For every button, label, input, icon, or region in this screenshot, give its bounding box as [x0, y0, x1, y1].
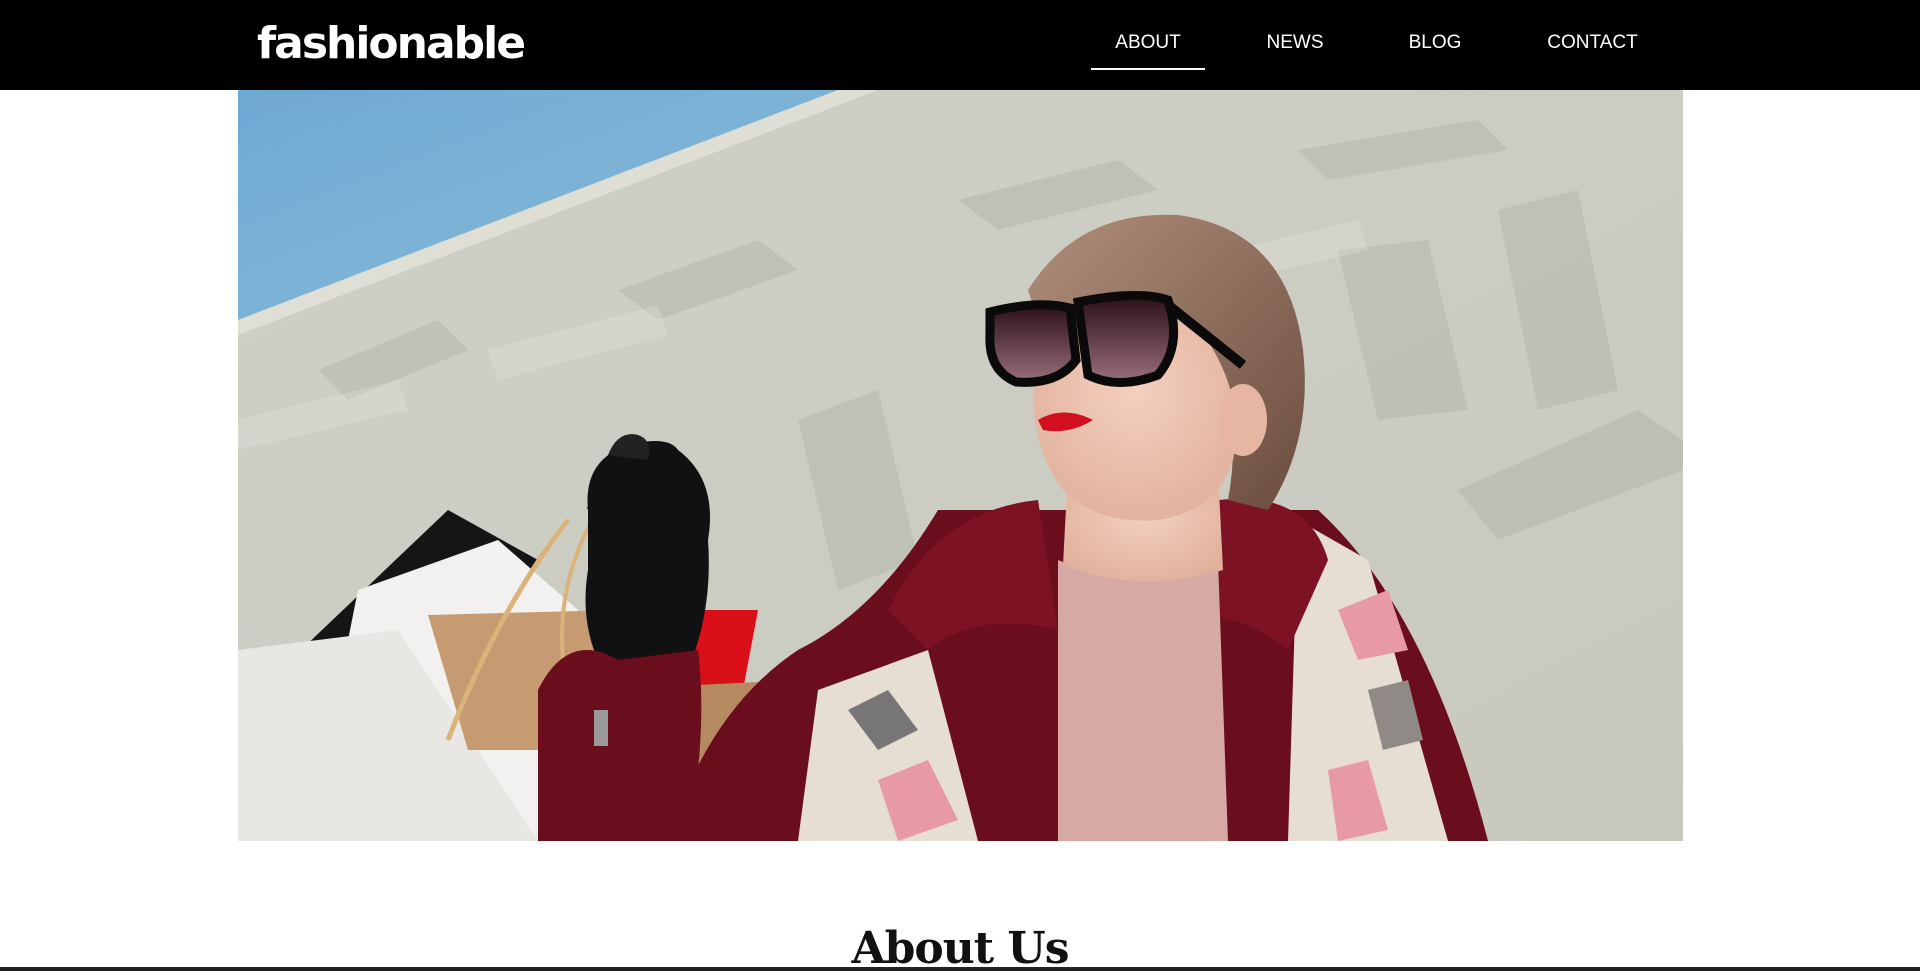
nav-link-contact[interactable]: CONTACT [1535, 0, 1650, 90]
nav-link-news[interactable]: NEWS [1250, 0, 1340, 90]
brand-logo[interactable]: fashionable [257, 16, 526, 72]
top-navbar: fashionable ABOUT NEWS BLOG CONTACT [0, 0, 1920, 90]
nav-link-about[interactable]: ABOUT [1091, 0, 1205, 90]
section-divider [0, 967, 1920, 971]
nav-link-blog[interactable]: BLOG [1390, 0, 1480, 90]
hero-image [238, 90, 1683, 841]
hero-illustration [238, 90, 1683, 841]
